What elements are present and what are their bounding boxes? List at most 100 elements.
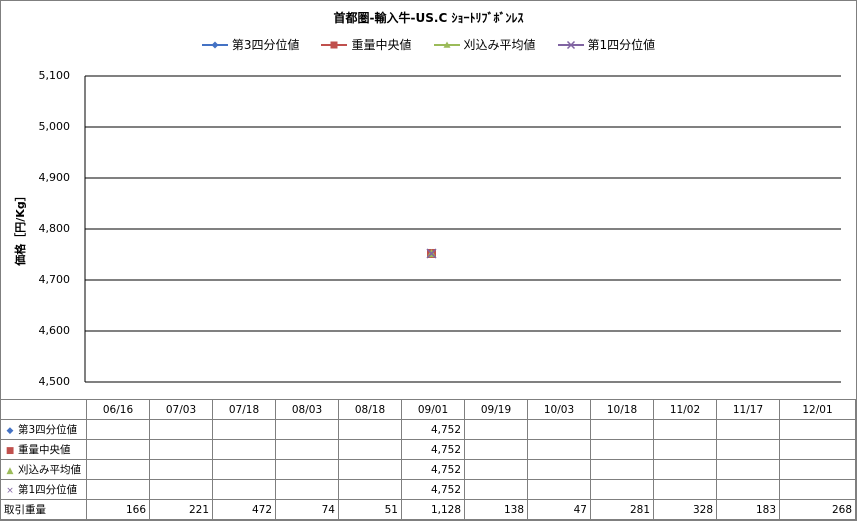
data-label [779,459,856,480]
table-row: ◆ 第3四分位値 4,752 [0,419,856,440]
triangle-marker-icon: ▲ [6,466,14,476]
data-label [86,439,150,460]
x-tick-label: 10/03 [527,399,591,420]
volume-value: 183 [716,499,780,520]
x-tick-label: 07/18 [212,399,276,420]
data-table: 06/16 07/03 07/18 08/03 08/18 09/01 09/19 10/03… [0,399,856,520]
row-label-text: 重量中央値 [18,444,71,456]
x-tick-label: 11/17 [716,399,780,420]
data-label [779,439,856,460]
volume-value: 47 [527,499,591,520]
data-label [275,479,339,500]
volume-value: 221 [149,499,213,520]
data-label [527,459,591,480]
data-label [653,459,717,480]
data-label [338,439,402,460]
table-header-row: 06/16 07/03 07/18 08/03 08/18 09/01 09/19 10/03… [0,399,856,420]
data-label [716,439,780,460]
data-label [779,419,856,440]
data-label [716,419,780,440]
table-corner-cell [0,399,87,420]
row-label-text: 第1四分位値 [18,484,78,496]
volume-value: 138 [464,499,528,520]
plot-area [84,75,841,383]
data-label: 4,752 [401,479,465,500]
row-label: ▲ 刈込み平均値 [0,459,87,480]
table-row: ■ 重量中央値 4,752 [0,439,856,460]
data-label [653,439,717,460]
data-label [653,419,717,440]
data-label [212,459,276,480]
data-label [464,419,528,440]
row-label: ◆ 第3四分位値 [0,419,87,440]
volume-value: 472 [212,499,276,520]
data-label [86,459,150,480]
row-label: ■ 重量中央値 [0,439,87,460]
volume-value: 268 [779,499,856,520]
data-label [275,459,339,480]
volume-value: 166 [86,499,150,520]
volume-value: 281 [590,499,654,520]
x-tick-label: 09/19 [464,399,528,420]
data-label [716,479,780,500]
data-label [149,479,213,500]
volume-value: 1,128 [401,499,465,520]
x-tick-label: 06/16 [86,399,150,420]
data-label [590,419,654,440]
data-label [653,479,717,500]
volume-value: 74 [275,499,339,520]
data-label [779,479,856,500]
y-tick-label: 5,000 [38,120,71,133]
data-label [275,439,339,460]
data-label [149,459,213,480]
data-label [149,439,213,460]
square-marker-icon: ■ [5,446,15,456]
row-label-text: 刈込み平均値 [18,464,81,476]
data-label [212,419,276,440]
row-label-text: 第3四分位値 [18,424,78,436]
x-tick-label: 11/02 [653,399,717,420]
y-tick-label: 5,100 [38,69,71,82]
x-tick-label: 08/03 [275,399,339,420]
data-label [212,479,276,500]
y-tick-label: 4,600 [38,324,71,337]
table-row: × 第1四分位値 4,752 [0,479,856,500]
data-label [275,419,339,440]
data-label [590,459,654,480]
x-marker-icon: × [6,486,14,496]
y-tick-label: 4,800 [38,222,71,235]
data-label [338,479,402,500]
row-label: 取引重量 [0,499,87,520]
data-label [527,439,591,460]
data-label [527,419,591,440]
data-label [338,459,402,480]
data-label [464,459,528,480]
data-label [527,479,591,500]
data-label [212,439,276,460]
row-label: × 第1四分位値 [0,479,87,500]
data-label [86,419,150,440]
y-tick-label: 4,900 [38,171,71,184]
data-label: 4,752 [401,459,465,480]
y-tick-label: 4,500 [38,375,71,388]
volume-value: 51 [338,499,402,520]
table-row-volume: 取引重量 166 221 472 74 51 1,128 138 47 281 328 183 268 [0,499,856,520]
data-label [716,459,780,480]
data-label [338,419,402,440]
x-tick-label: 07/03 [149,399,213,420]
data-label: 4,752 [401,419,465,440]
x-tick-label: 10/18 [590,399,654,420]
data-label [464,479,528,500]
data-label [86,479,150,500]
data-label [590,439,654,460]
data-label [149,419,213,440]
table-row: ▲ 刈込み平均値 4,752 [0,459,856,480]
x-tick-label: 12/01 [779,399,856,420]
data-label: 4,752 [401,439,465,460]
data-label [464,439,528,460]
data-label [590,479,654,500]
diamond-marker-icon: ◆ [6,426,14,436]
x-tick-label: 08/18 [338,399,402,420]
y-tick-label: 4,700 [38,273,71,286]
x-tick-label: 09/01 [401,399,465,420]
